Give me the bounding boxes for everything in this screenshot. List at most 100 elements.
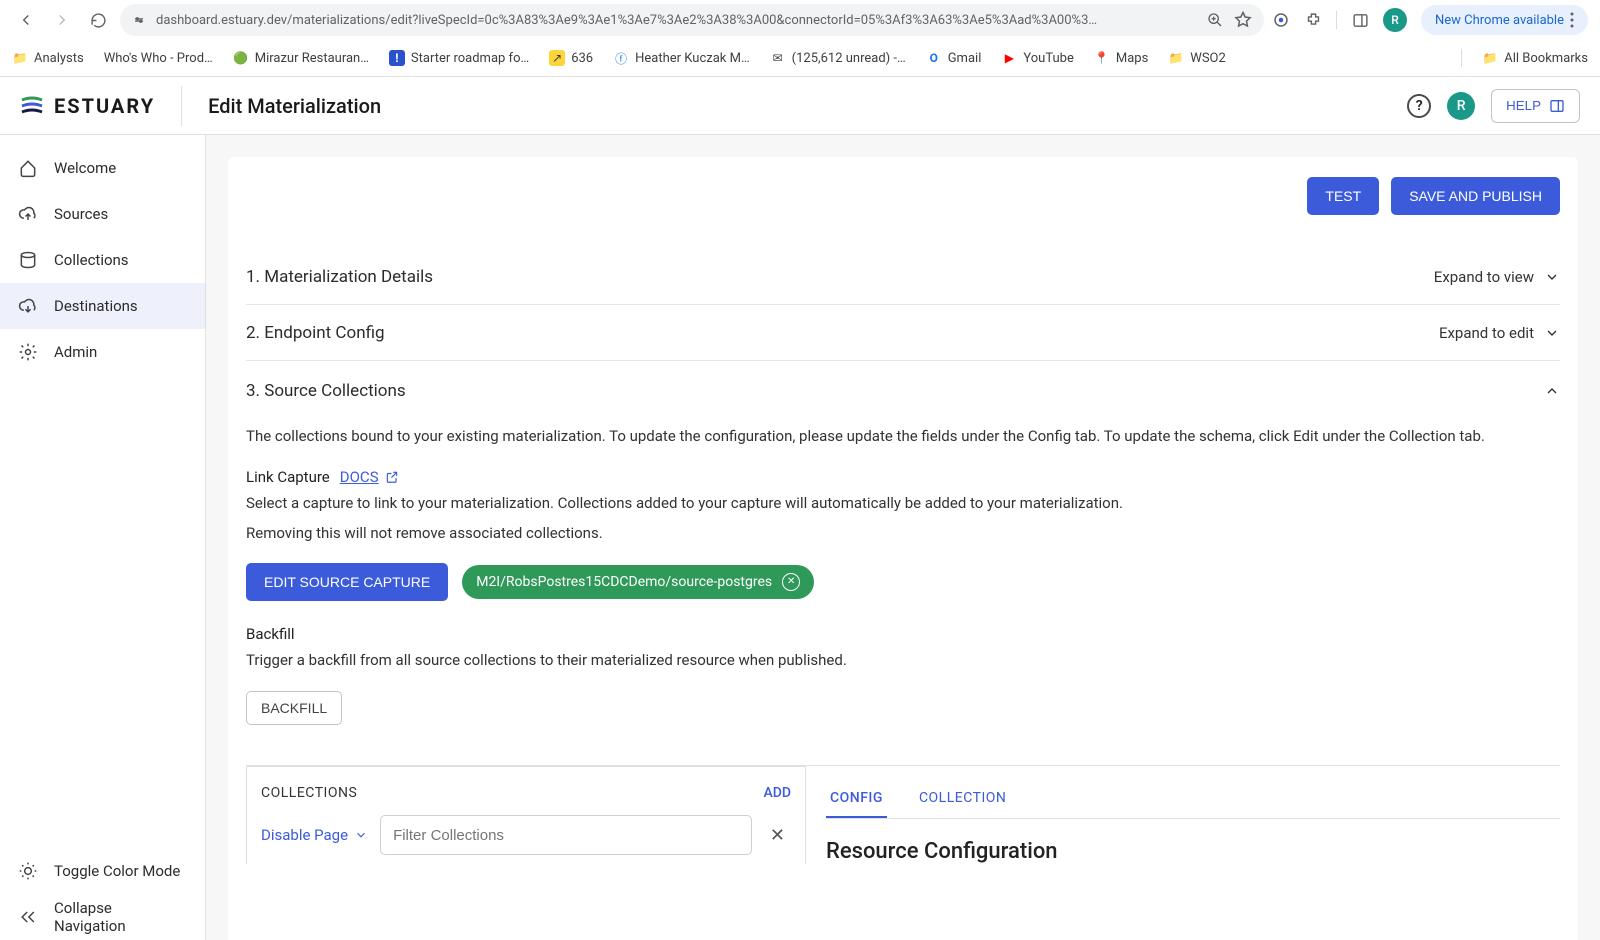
- reload-button[interactable]: [84, 6, 112, 34]
- sidebar-item-admin[interactable]: Admin: [0, 329, 205, 375]
- user-avatar[interactable]: R: [1447, 92, 1475, 120]
- app-header: ESTUARY Edit Materialization ? R HELP: [0, 77, 1600, 135]
- bookmark-item[interactable]: 🟢Mirazur Restauran…: [233, 50, 369, 66]
- tab-config[interactable]: CONFIG: [826, 780, 887, 818]
- bookmark-item[interactable]: OGmail: [926, 50, 982, 66]
- bookmark-item[interactable]: ✉(125,612 unread) -…: [770, 50, 906, 66]
- section-materialization-details[interactable]: 1. Materialization Details Expand to vie…: [246, 249, 1560, 305]
- chevron-down-icon: [1544, 325, 1560, 341]
- chevron-up-icon: [1544, 383, 1560, 399]
- collapse-toggle[interactable]: [1544, 383, 1560, 399]
- bookmark-item[interactable]: ▶YouTube: [1001, 50, 1074, 66]
- capture-chip: M2I/RobsPostres15CDCDemo/source-postgres…: [462, 565, 814, 599]
- lens-icon[interactable]: [1272, 11, 1290, 29]
- tabs: CONFIG COLLECTION: [826, 780, 1560, 819]
- expand-toggle[interactable]: Expand to edit: [1439, 324, 1560, 342]
- collapse-navigation[interactable]: Collapse Navigation: [0, 894, 205, 940]
- test-button[interactable]: TEST: [1307, 177, 1379, 215]
- clear-filter-icon[interactable]: ✕: [764, 825, 791, 846]
- chevron-down-icon: [354, 828, 368, 842]
- site-icon: 🟢: [233, 50, 249, 66]
- link-capture-description: Select a capture to link to your materia…: [246, 492, 1560, 515]
- home-icon: [18, 158, 38, 178]
- site-icon: !: [389, 50, 405, 66]
- help-icon[interactable]: ?: [1407, 94, 1431, 118]
- link-capture-heading: Link Capture DOCS: [246, 468, 1560, 486]
- expand-toggle[interactable]: Expand to view: [1434, 268, 1560, 286]
- bookmarks-bar: 📁Analysts Who's Who - Prod… 🟢Mirazur Res…: [0, 40, 1600, 76]
- sidebar-item-welcome[interactable]: Welcome: [0, 145, 205, 191]
- url-text: dashboard.estuary.dev/materializations/e…: [156, 13, 1196, 28]
- chrome-update-button[interactable]: New Chrome available: [1421, 5, 1588, 35]
- toggle-color-mode[interactable]: Toggle Color Mode: [0, 848, 205, 894]
- folder-icon: 📁: [1482, 50, 1498, 66]
- remove-chip-icon[interactable]: ✕: [782, 573, 800, 591]
- edit-source-capture-button[interactable]: EDIT SOURCE CAPTURE: [246, 563, 448, 601]
- config-panel: CONFIG COLLECTION Resource Configuration: [826, 766, 1560, 864]
- bookmark-item[interactable]: 📍Maps: [1094, 50, 1148, 66]
- star-icon[interactable]: [1234, 11, 1252, 29]
- section-endpoint-config[interactable]: 2. Endpoint Config Expand to edit: [246, 305, 1560, 361]
- backfill-heading: Backfill: [246, 625, 1560, 643]
- address-bar[interactable]: dashboard.estuary.dev/materializations/e…: [120, 4, 1264, 36]
- extensions-icon[interactable]: [1304, 11, 1322, 29]
- database-icon: [18, 250, 38, 270]
- gmail-icon: O: [926, 50, 942, 66]
- folder-icon: 📁: [1168, 50, 1184, 66]
- resource-configuration-title: Resource Configuration: [826, 839, 1560, 864]
- site-icon: ↗: [549, 50, 565, 66]
- section-title: 2. Endpoint Config: [246, 323, 385, 343]
- divider: [1336, 11, 1337, 29]
- site-settings-icon[interactable]: [132, 13, 146, 27]
- chevron-down-icon: [1544, 269, 1560, 285]
- zoom-icon[interactable]: [1206, 11, 1224, 29]
- section-title: 1. Materialization Details: [246, 267, 433, 287]
- main-content: TEST SAVE AND PUBLISH 1. Materialization…: [206, 135, 1600, 940]
- bookmark-item[interactable]: ⓕHeather Kuczak M…: [613, 50, 750, 66]
- all-bookmarks-button[interactable]: 📁All Bookmarks: [1482, 50, 1588, 66]
- bookmark-item[interactable]: Who's Who - Prod…: [104, 51, 213, 66]
- download-cloud-icon: [18, 296, 38, 316]
- chrome-actions: R New Chrome available: [1272, 5, 1588, 35]
- remove-note: Removing this will not remove associated…: [246, 522, 1560, 545]
- section-title: 3. Source Collections: [246, 381, 406, 401]
- logo-icon: [20, 94, 44, 118]
- sidebar-item-sources[interactable]: Sources: [0, 191, 205, 237]
- collections-title: COLLECTIONS: [261, 785, 357, 801]
- sun-icon: [18, 861, 38, 881]
- collapse-icon: [18, 907, 38, 927]
- save-publish-button[interactable]: SAVE AND PUBLISH: [1391, 177, 1560, 215]
- divider: [1461, 49, 1462, 67]
- external-link-icon: [385, 470, 399, 484]
- logo[interactable]: ESTUARY: [20, 94, 155, 118]
- profile-avatar[interactable]: R: [1383, 8, 1407, 32]
- sidebar-item-collections[interactable]: Collections: [0, 237, 205, 283]
- panel-icon: [1549, 98, 1565, 114]
- bookmark-item[interactable]: 📁WSO2: [1168, 50, 1226, 66]
- forward-button[interactable]: [48, 6, 76, 34]
- youtube-icon: ▶: [1001, 50, 1017, 66]
- tab-collection[interactable]: COLLECTION: [915, 780, 1010, 818]
- back-button[interactable]: [12, 6, 40, 34]
- bookmark-item[interactable]: 📁Analysts: [12, 50, 84, 66]
- backfill-description: Trigger a backfill from all source colle…: [246, 649, 1560, 672]
- page-title: Edit Materialization: [208, 94, 1381, 118]
- disable-page-dropdown[interactable]: Disable Page: [261, 826, 368, 844]
- browser-chrome: dashboard.estuary.dev/materializations/e…: [0, 0, 1600, 77]
- section-source-collections[interactable]: 3. Source Collections: [246, 361, 1560, 421]
- bookmark-item[interactable]: ↗636: [549, 50, 593, 66]
- filter-collections-input[interactable]: [380, 815, 752, 855]
- docs-link[interactable]: DOCS: [340, 468, 399, 486]
- panel-icon[interactable]: [1351, 11, 1369, 29]
- backfill-button[interactable]: BACKFILL: [246, 691, 342, 725]
- divider: [181, 86, 182, 126]
- add-collection-button[interactable]: ADD: [763, 785, 791, 801]
- action-buttons: TEST SAVE AND PUBLISH: [246, 177, 1560, 215]
- bookmark-item[interactable]: !Starter roadmap fo…: [389, 50, 529, 66]
- folder-icon: 📁: [12, 50, 28, 66]
- facebook-icon: ⓕ: [613, 50, 629, 66]
- browser-toolbar: dashboard.estuary.dev/materializations/e…: [0, 0, 1600, 40]
- help-button[interactable]: HELP: [1491, 89, 1580, 123]
- sidebar-item-destinations[interactable]: Destinations: [0, 283, 205, 329]
- gear-icon: [18, 342, 38, 362]
